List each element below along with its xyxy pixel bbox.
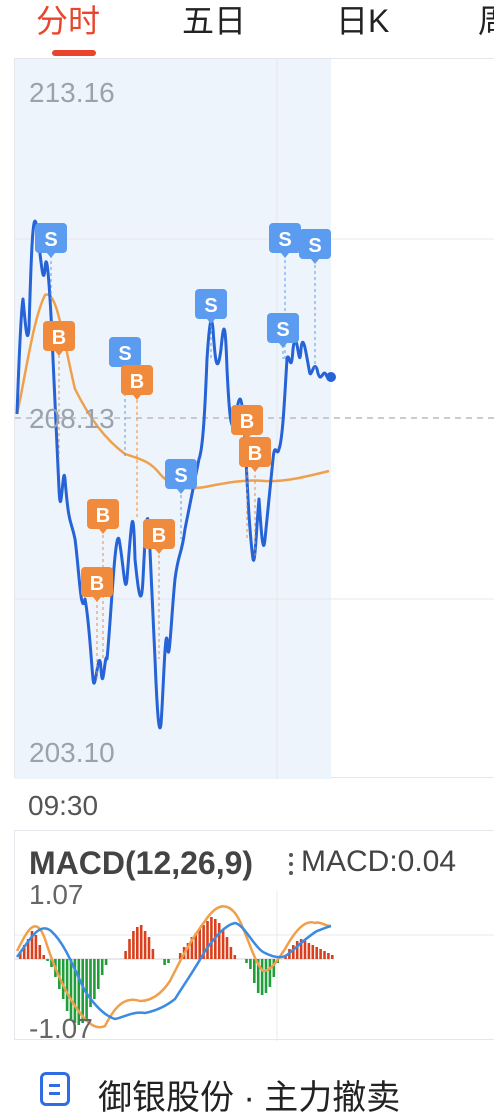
buy-marker: B bbox=[87, 499, 119, 534]
marker-letter: S bbox=[278, 229, 291, 251]
marker-letter: B bbox=[90, 573, 104, 595]
marker-letter: S bbox=[204, 295, 217, 317]
buy-marker: B bbox=[239, 437, 271, 472]
macd-bar bbox=[319, 949, 322, 959]
intraday-price-chart[interactable]: S S S S S S S B B B B B B B 213.16 208.1… bbox=[14, 58, 494, 779]
tab-weekly[interactable]: 周 bbox=[478, 0, 494, 42]
macd-chart[interactable]: MACD(12,26,9) MACD:0.04 1.07 -1.07 bbox=[14, 830, 494, 1044]
macd-min-label: -1.07 bbox=[29, 1013, 93, 1044]
time-start-label: 09:30 bbox=[28, 790, 99, 821]
buy-marker: B bbox=[43, 321, 75, 356]
sell-marker: S bbox=[267, 313, 299, 348]
marker-letter: B bbox=[52, 327, 66, 349]
price-mid-label: 208.13 bbox=[29, 403, 115, 434]
macd-bar bbox=[46, 959, 49, 961]
sell-marker: S bbox=[165, 459, 197, 494]
buy-marker: B bbox=[231, 405, 263, 440]
marker-letter: B bbox=[248, 443, 262, 465]
macd-bar bbox=[42, 955, 45, 959]
price-max-label: 213.16 bbox=[29, 77, 115, 108]
macd-bar bbox=[65, 959, 69, 1011]
macd-bar bbox=[61, 959, 65, 999]
period-tabs: 分时 五日 日K 周 bbox=[0, 0, 494, 58]
marker-letter: S bbox=[174, 465, 187, 487]
macd-bar bbox=[225, 937, 229, 959]
macd-bar bbox=[139, 925, 143, 959]
macd-bar bbox=[253, 959, 256, 983]
macd-bar bbox=[260, 959, 264, 995]
macd-bar bbox=[311, 945, 315, 959]
macd-bar bbox=[143, 931, 147, 959]
macd-bar bbox=[323, 951, 326, 959]
sell-marker: S bbox=[269, 223, 301, 258]
macd-bar bbox=[151, 949, 155, 959]
document-icon bbox=[40, 1072, 70, 1106]
marker-letter: B bbox=[240, 411, 254, 433]
macd-bar bbox=[132, 931, 135, 959]
sell-marker: S bbox=[35, 223, 67, 258]
buy-marker: B bbox=[143, 519, 175, 554]
macd-bar bbox=[38, 945, 42, 959]
macd-bar bbox=[245, 959, 248, 963]
sell-marker: S bbox=[299, 229, 331, 264]
buy-marker: B bbox=[81, 567, 113, 602]
macd-bar bbox=[303, 941, 307, 959]
macd-bar bbox=[163, 959, 166, 965]
macd-value: MACD:0.04 bbox=[301, 845, 457, 878]
macd-bar bbox=[206, 921, 209, 959]
marker-letter: S bbox=[118, 343, 131, 365]
marker-letter: S bbox=[44, 229, 57, 251]
buy-marker: B bbox=[121, 365, 153, 400]
marker-letter: B bbox=[96, 505, 110, 527]
macd-bar bbox=[307, 943, 311, 959]
latest-price-dot bbox=[326, 372, 336, 382]
macd-bar bbox=[147, 937, 151, 959]
macd-bar bbox=[124, 951, 127, 959]
macd-bar bbox=[69, 959, 73, 1019]
macd-bar bbox=[249, 959, 252, 969]
marker-letter: S bbox=[276, 319, 289, 341]
macd-bar bbox=[100, 959, 104, 975]
tab-intraday[interactable]: 分时 bbox=[36, 0, 100, 42]
macd-bar bbox=[229, 947, 233, 959]
sell-marker: S bbox=[195, 289, 227, 324]
news-ticker-text: 御银股份 · 主力撤卖 bbox=[98, 1079, 401, 1117]
macd-bar bbox=[104, 959, 108, 965]
macd-menu-icon[interactable] bbox=[289, 853, 294, 875]
macd-bar bbox=[295, 941, 299, 959]
macd-bar bbox=[217, 923, 221, 959]
macd-bar bbox=[327, 953, 330, 959]
active-tab-indicator bbox=[52, 50, 96, 56]
tab-daily-k[interactable]: 日K bbox=[336, 0, 389, 42]
marker-letter: B bbox=[152, 525, 166, 547]
macd-bar bbox=[233, 955, 237, 959]
macd-bar bbox=[315, 947, 318, 959]
price-min-label: 203.10 bbox=[29, 737, 115, 768]
macd-title: MACD(12,26,9) bbox=[29, 845, 254, 881]
macd-bar bbox=[136, 927, 139, 959]
macd-bar bbox=[128, 939, 131, 959]
macd-bar bbox=[331, 955, 334, 959]
macd-bar bbox=[210, 917, 213, 959]
macd-bar bbox=[198, 929, 201, 959]
macd-bar bbox=[167, 959, 170, 963]
macd-bar bbox=[97, 959, 100, 989]
macd-bar bbox=[93, 959, 96, 999]
macd-bar bbox=[268, 959, 272, 987]
news-ticker[interactable]: 御银股份 · 主力撤卖 bbox=[0, 1050, 494, 1117]
macd-bar bbox=[264, 959, 268, 993]
macd-bar bbox=[34, 935, 38, 959]
macd-bar bbox=[221, 929, 225, 959]
tab-five-day[interactable]: 五日 bbox=[182, 0, 246, 42]
macd-bar bbox=[85, 959, 88, 1019]
macd-max-label: 1.07 bbox=[29, 879, 84, 910]
marker-letter: S bbox=[308, 235, 321, 257]
marker-letter: B bbox=[130, 371, 144, 393]
